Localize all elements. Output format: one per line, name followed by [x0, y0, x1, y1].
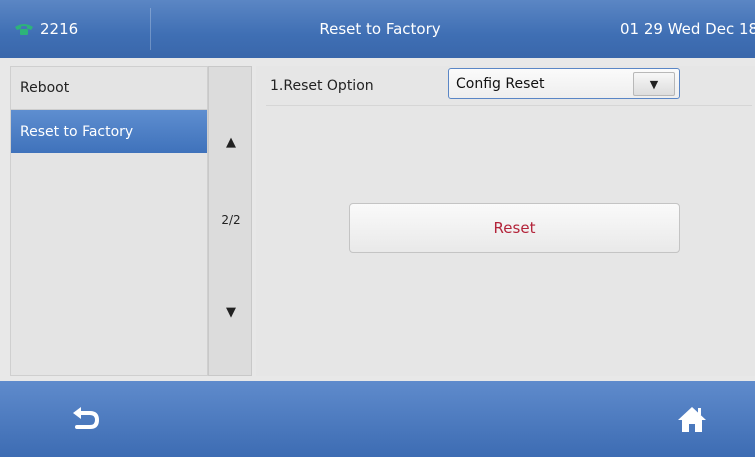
reset-option-select[interactable]: Config Reset ▼: [448, 68, 680, 99]
settings-content: 1.Reset Option Config Reset ▼ Reset: [256, 66, 755, 376]
title-divider: [150, 8, 151, 50]
extension-number: 2216: [40, 20, 79, 38]
page-indicator: 2/2: [221, 213, 241, 227]
dropdown-arrow-icon[interactable]: ▼: [633, 72, 675, 96]
phone-screen: 2216 Reset to Factory 01 29 Wed Dec 18 R…: [0, 0, 755, 457]
sidebar-menu: Reboot Reset to Factory: [10, 66, 208, 376]
back-arrow-icon[interactable]: [70, 405, 100, 433]
reset-option-row: 1.Reset Option Config Reset ▼: [266, 66, 752, 106]
title-bar: 2216 Reset to Factory 01 29 Wed Dec 18: [0, 0, 755, 58]
phone-handset-icon: [15, 24, 33, 35]
sidebar-item-label: Reboot: [20, 80, 70, 96]
page-down-button[interactable]: ▼: [209, 305, 253, 320]
bottom-bar: [0, 381, 755, 457]
reset-option-value: Config Reset: [456, 75, 545, 92]
reset-button[interactable]: Reset: [349, 203, 680, 253]
date-time: 01 29 Wed Dec 18: [620, 20, 755, 38]
sidebar-item-label: Reset to Factory: [20, 123, 134, 140]
page-title: Reset to Factory: [319, 20, 441, 38]
page-scroller: ▲ 2/2 ▼: [208, 66, 252, 376]
line-status: 2216: [14, 0, 78, 58]
sidebar-item-reboot[interactable]: Reboot: [11, 67, 207, 110]
page-up-button[interactable]: ▲: [209, 135, 253, 150]
reset-option-label: 1.Reset Option: [270, 77, 374, 94]
sidebar-item-reset-to-factory[interactable]: Reset to Factory: [11, 110, 207, 153]
home-icon[interactable]: [677, 405, 707, 433]
